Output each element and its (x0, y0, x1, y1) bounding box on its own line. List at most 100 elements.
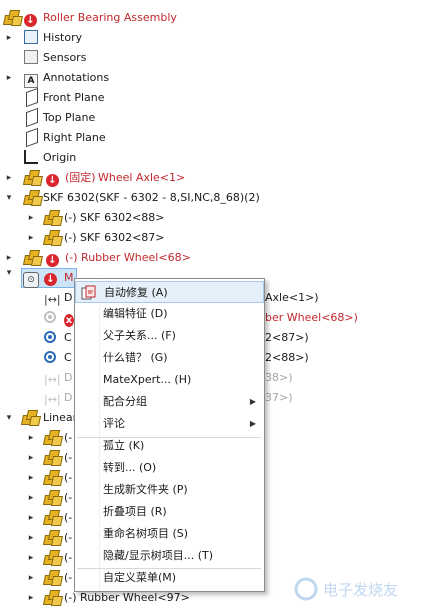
menu-item-label: 父子关系... (F) (103, 329, 176, 342)
tree-item-label: M (64, 271, 74, 284)
menu-item-label: MateXpert... (H) (103, 373, 192, 386)
submenu-arrow-icon: ▶ (249, 419, 256, 428)
menu-item-mate-group[interactable]: 配合分组 ▶ (75, 391, 264, 413)
assembly-icon (2, 10, 24, 26)
part-icon (42, 470, 64, 486)
menu-item-whats-wrong[interactable]: 什么错？ (G) (75, 347, 264, 369)
mate-label-end: 2<88>) (265, 351, 309, 364)
expand-arrow-icon[interactable]: ▸ (26, 228, 36, 248)
mate-label-start: C (64, 351, 72, 364)
expand-arrow-icon[interactable]: ▸ (4, 168, 14, 188)
tree-item-label: Linear (43, 411, 78, 424)
menu-item-label: 配合分组 (103, 395, 147, 408)
plane-icon (24, 107, 40, 128)
submenu-arrow-icon: ▶ (249, 397, 256, 406)
expand-arrow-icon[interactable]: ▸ (4, 248, 14, 268)
plane-icon (24, 87, 40, 108)
context-menu: 自动修复 (A) 编辑特征 (D) 父子关系... (F) 什么错？ (G) M… (74, 278, 265, 592)
part-icon (42, 590, 64, 606)
menu-item-collapse-items[interactable]: 折叠项目 (R) (75, 501, 264, 523)
tree-item-label: (- (64, 531, 73, 544)
part-icon (42, 530, 64, 546)
concentric-mate-icon (44, 310, 60, 326)
collapse-arrow-icon[interactable]: ▾ (4, 188, 14, 208)
collapse-arrow-icon[interactable]: ▾ (4, 408, 14, 428)
pattern-icon (22, 190, 44, 206)
distance-mate-icon: |↔| (44, 373, 61, 386)
part-icon (42, 510, 64, 526)
assembly-name: Roller Bearing Assembly (43, 11, 177, 24)
tree-item-label: (- (64, 511, 73, 524)
mate-label-start: C (64, 331, 72, 344)
collapse-arrow-icon[interactable]: ▾ (4, 268, 14, 288)
tree-item-label: Right Plane (43, 131, 106, 144)
linear-pattern-icon (20, 410, 42, 426)
mate-label-start: D (64, 291, 73, 304)
tree-item-label: (- (64, 571, 73, 584)
expand-arrow-icon[interactable]: ▸ (4, 28, 14, 48)
mate-label-start: D (64, 391, 73, 404)
tree-item-label: (- (64, 451, 73, 464)
mate-label-end: 37>) (265, 391, 293, 404)
menu-item-customize-menu[interactable]: 自定义菜单(M) (75, 567, 264, 589)
tree-item-mates[interactable]: ⊙ ↓ M (21, 268, 77, 288)
menu-item-rename-tree-item[interactable]: 重命名树项目 (S) (75, 523, 264, 545)
menu-item-hide-show-tree-items[interactable]: 隐藏/显示树项目... (T) (75, 545, 264, 567)
menu-item-new-folder[interactable]: 生成新文件夹 (P) (75, 479, 264, 501)
origin-icon (24, 150, 40, 166)
history-icon (24, 30, 40, 46)
part-icon (42, 570, 64, 586)
menu-item-label: 隐藏/显示树项目... (T) (103, 549, 213, 562)
concentric-mate-icon (44, 350, 60, 366)
menu-item-edit-feature[interactable]: 编辑特征 (D) (75, 303, 264, 325)
expand-arrow-icon[interactable]: ▸ (26, 528, 36, 548)
expand-arrow-icon[interactable]: ▸ (4, 68, 14, 88)
part-icon (22, 250, 44, 266)
error-icon: ↓ (46, 170, 62, 187)
menu-item-isolate[interactable]: 孤立 (K) (75, 435, 264, 457)
mate-label-end: 2<87>) (265, 331, 309, 344)
menu-item-matexpert[interactable]: MateXpert... (H) (75, 369, 264, 391)
menu-item-label: 编辑特征 (D) (103, 307, 168, 320)
menu-item-label: 折叠项目 (R) (103, 505, 167, 518)
annotation-icon: A (24, 70, 40, 88)
plane-icon (24, 127, 40, 148)
menu-item-label: 孤立 (K) (103, 439, 145, 452)
expand-arrow-icon[interactable]: ▸ (26, 508, 36, 528)
expand-arrow-icon[interactable]: ▸ (26, 448, 36, 468)
expand-arrow-icon[interactable]: ▸ (26, 488, 36, 508)
expand-arrow-icon[interactable]: ▸ (26, 588, 36, 608)
menu-item-comment[interactable]: 评论 ▶ (75, 413, 264, 435)
expand-arrow-icon[interactable]: ▸ (26, 568, 36, 588)
mate-label-end: ber Wheel<68>) (265, 311, 358, 324)
tree-item-label: Top Plane (43, 111, 96, 124)
mates-icon: ⊙ (23, 270, 39, 288)
expand-arrow-icon[interactable]: ▸ (26, 208, 36, 228)
mate-label-end: Axle<1>) (265, 291, 319, 304)
tree-item-label: Wheel Axle<1> (98, 171, 186, 184)
tree-item-label: (- (64, 471, 73, 484)
distance-mate-icon: |↔| (44, 293, 61, 306)
error-icon: ↓ (44, 270, 60, 286)
tree-item-label: Origin (43, 151, 77, 164)
menu-item-label: 什么错？ (G) (103, 351, 168, 364)
menu-item-auto-repair[interactable]: 自动修复 (A) (75, 281, 264, 303)
part-icon (42, 490, 64, 506)
expand-arrow-icon[interactable]: ▸ (26, 428, 36, 448)
menu-item-label: 生成新文件夹 (P) (103, 483, 188, 496)
part-icon (42, 550, 64, 566)
menu-item-label: 自定义菜单(M) (103, 571, 177, 584)
tree-item-label: Front Plane (43, 91, 105, 104)
tree-item-prefix: (固定) (65, 171, 96, 184)
menu-item-label: 评论 (103, 417, 125, 430)
tree-item-label: (- (64, 491, 73, 504)
tree-item-label: (-) SKF 6302<87> (64, 231, 165, 244)
menu-item-parent-child[interactable]: 父子关系... (F) (75, 325, 264, 347)
expand-arrow-icon[interactable]: ▸ (26, 548, 36, 568)
watermark-text: 电子发烧友 (323, 581, 398, 599)
tree-item-label: (- (64, 431, 73, 444)
part-icon (42, 210, 64, 226)
tree-item-label: SKF 6302(SKF - 6302 - 8,SI,NC,8_68)(2) (43, 191, 260, 204)
expand-arrow-icon[interactable]: ▸ (26, 468, 36, 488)
menu-item-go-to[interactable]: 转到... (O) (75, 457, 264, 479)
